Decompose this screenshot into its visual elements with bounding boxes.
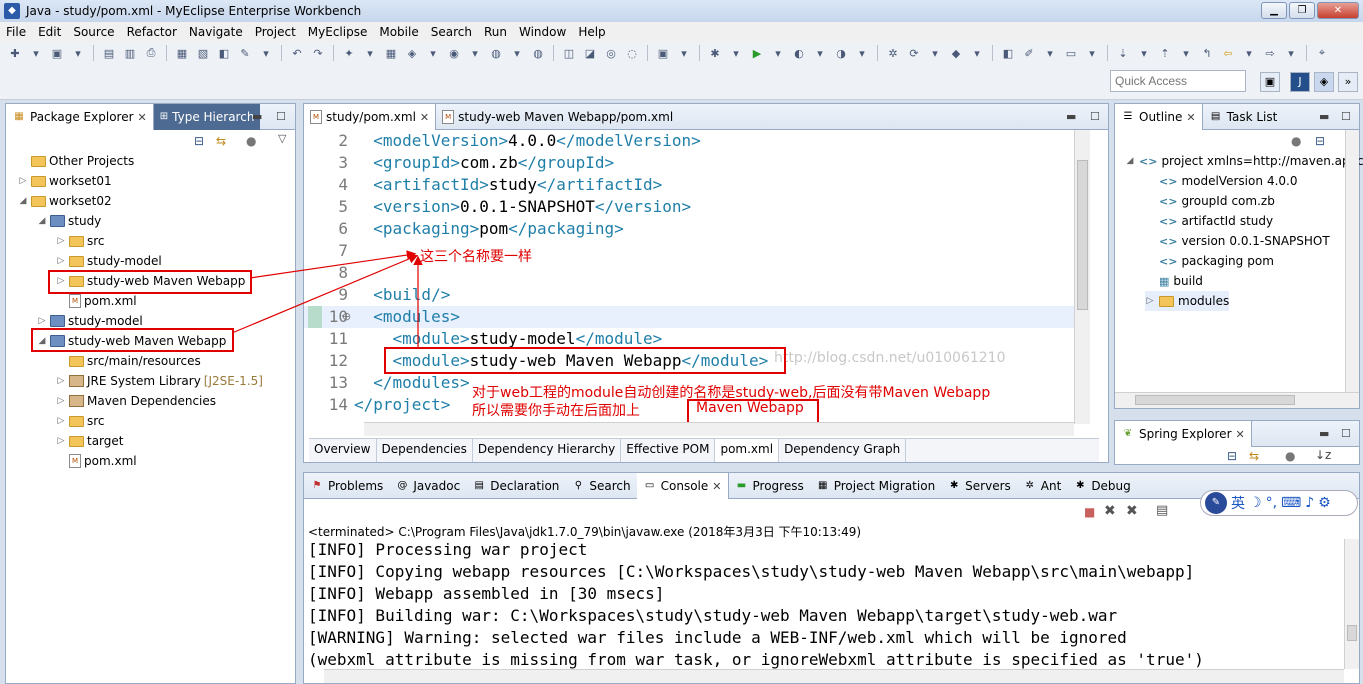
scroll-thumb[interactable]	[1347, 625, 1357, 641]
terminate-icon[interactable]: ■	[1084, 505, 1095, 519]
sort-icon[interactable]: ↓z	[1315, 448, 1331, 462]
task-list-icon: ▤	[1210, 111, 1221, 122]
collapse-icon[interactable]: ◢	[1125, 156, 1135, 166]
ime-language[interactable]: 英	[1231, 493, 1245, 513]
outline-item-build[interactable]: ▦ build	[1159, 271, 1203, 291]
xml-element-icon: <>	[1159, 234, 1178, 248]
console-line: [INFO] Copying webapp resources [C:\Work…	[308, 562, 1195, 581]
tab-servers[interactable]: ✱ Servers	[941, 473, 1017, 499]
build-icon: ▦	[1159, 274, 1170, 288]
spring-explorer-panel: ❦ Spring Explorer ✕ ▬ ☐ ⊟ ⇆ ● ↓z	[1114, 420, 1360, 465]
xml-element-icon: <>	[1159, 174, 1178, 188]
ime-punct-icon[interactable]: °,	[1266, 495, 1277, 511]
console-icon: ▭	[644, 480, 655, 491]
search-icon: ⚲	[574, 480, 583, 491]
declaration-icon: ▤	[474, 480, 484, 491]
tab-javadoc[interactable]: @ Javadoc	[389, 473, 466, 499]
remove-all-icon[interactable]: ✖	[1126, 503, 1138, 519]
maximize-view-icon[interactable]: ☐	[1341, 110, 1351, 123]
collapse-all-icon[interactable]: ⊟	[1315, 134, 1325, 148]
maximize-view-icon[interactable]: ☐	[1341, 427, 1351, 440]
outline-panel: ☰ Outline ✕ ▤ Task List ▬ ☐ ● ⊟ ◢ <> proje…	[1114, 103, 1363, 409]
outline-item-groupid[interactable]: <> groupId com.zb	[1159, 191, 1275, 211]
xml-element-icon: <>	[1159, 214, 1178, 228]
progress-icon: ▬	[736, 480, 747, 491]
console-status: <terminated> C:\Program Files\Java\jdk1.…	[308, 525, 862, 539]
ant-icon: ✲	[1025, 480, 1034, 491]
console-line: [INFO] Processing war project	[308, 540, 588, 559]
tab-search[interactable]: ⚲ Search	[565, 473, 636, 499]
ime-settings-icon[interactable]: ⚙	[1318, 495, 1331, 511]
outline-icon: ☰	[1123, 111, 1133, 122]
modules-icon	[1159, 295, 1174, 307]
view-menu-icon[interactable]: ●	[1285, 449, 1295, 463]
tab-ant[interactable]: ✲ Ant	[1017, 473, 1068, 499]
ime-mic-icon[interactable]: ♪	[1305, 495, 1314, 511]
tab-problems[interactable]: ⚑ Problems	[304, 473, 389, 499]
outline-item-version[interactable]: <> version 0.0.1-SNAPSHOT	[1159, 231, 1330, 251]
tab-declaration[interactable]: ▤ Declaration	[466, 473, 565, 499]
clear-console-icon[interactable]: ▤	[1156, 503, 1168, 518]
minimize-view-icon[interactable]: ▬	[1319, 110, 1329, 123]
console-line: [INFO] Webapp assembled in [30 msecs]	[308, 584, 665, 603]
outline-hscroll[interactable]	[1115, 392, 1359, 408]
migration-icon: ▦	[817, 480, 828, 491]
ime-moon-icon[interactable]: ☽	[1249, 495, 1262, 511]
tab-debug[interactable]: ✱ Debug	[1067, 473, 1136, 499]
minimize-view-icon[interactable]: ▬	[1319, 427, 1329, 440]
xml-element-icon: <>	[1139, 154, 1158, 168]
tab-progress[interactable]: ▬ Progress	[729, 473, 810, 499]
tab-spring-explorer[interactable]: ❦ Spring Explorer ✕	[1115, 421, 1252, 447]
outline-item-project[interactable]: ◢ <> project xmlns=http://maven.apach	[1125, 151, 1363, 171]
tab-task-list[interactable]: ▤ Task List	[1203, 104, 1284, 130]
scroll-thumb[interactable]	[1135, 395, 1295, 405]
debug-icon: ✱	[1076, 480, 1085, 491]
console-line: (webxml attribute is missing from war ta…	[308, 650, 1204, 669]
xml-element-icon: <>	[1159, 254, 1178, 268]
ime-toolbar[interactable]: ✎ 英 ☽ °, ⌨ ♪ ⚙	[1200, 490, 1358, 516]
close-tab-icon[interactable]: ✕	[1186, 111, 1195, 124]
javadoc-icon: @	[397, 480, 408, 491]
close-tab-icon[interactable]: ✕	[712, 480, 721, 493]
outline-vscroll[interactable]	[1345, 130, 1359, 394]
console-vscroll[interactable]	[1344, 539, 1359, 669]
close-tab-icon[interactable]: ✕	[1236, 428, 1245, 441]
servers-icon: ✱	[949, 480, 959, 491]
outline-item-modelversion[interactable]: <> modelVersion 4.0.0	[1159, 171, 1297, 191]
xml-element-icon: <>	[1159, 194, 1178, 208]
ime-keyboard-icon[interactable]: ⌨	[1281, 495, 1301, 511]
console-line: [INFO] Building war: C:\Workspaces\study…	[308, 606, 1118, 625]
spring-leaf-icon: ❦	[1123, 428, 1133, 439]
tab-console[interactable]: ▭ Console ✕	[636, 473, 729, 499]
ime-logo-icon: ✎	[1205, 492, 1227, 514]
tab-outline[interactable]: ☰ Outline ✕	[1115, 104, 1203, 130]
console-line: [WARNING] Warning: selected war files in…	[308, 628, 1127, 647]
view-menu-icon[interactable]: ●	[1291, 134, 1301, 148]
console-output[interactable]: [INFO] Processing war project [INFO] Cop…	[304, 539, 1344, 669]
outline-item-artifactid[interactable]: <> artifactId study	[1159, 211, 1273, 231]
link-editor-icon[interactable]: ⇆	[1249, 449, 1259, 463]
console-hscroll[interactable]	[324, 669, 1344, 683]
collapse-all-icon[interactable]: ⊟	[1227, 449, 1237, 463]
remove-launch-icon[interactable]: ✖	[1104, 503, 1116, 519]
problems-icon: ⚑	[312, 480, 322, 491]
outline-item-packaging[interactable]: <> packaging pom	[1159, 251, 1274, 271]
tab-project-migration[interactable]: ▦ Project Migration	[810, 473, 941, 499]
expand-icon[interactable]: ▷	[1145, 296, 1155, 306]
outline-item-modules[interactable]: ▷ modules	[1145, 291, 1230, 311]
